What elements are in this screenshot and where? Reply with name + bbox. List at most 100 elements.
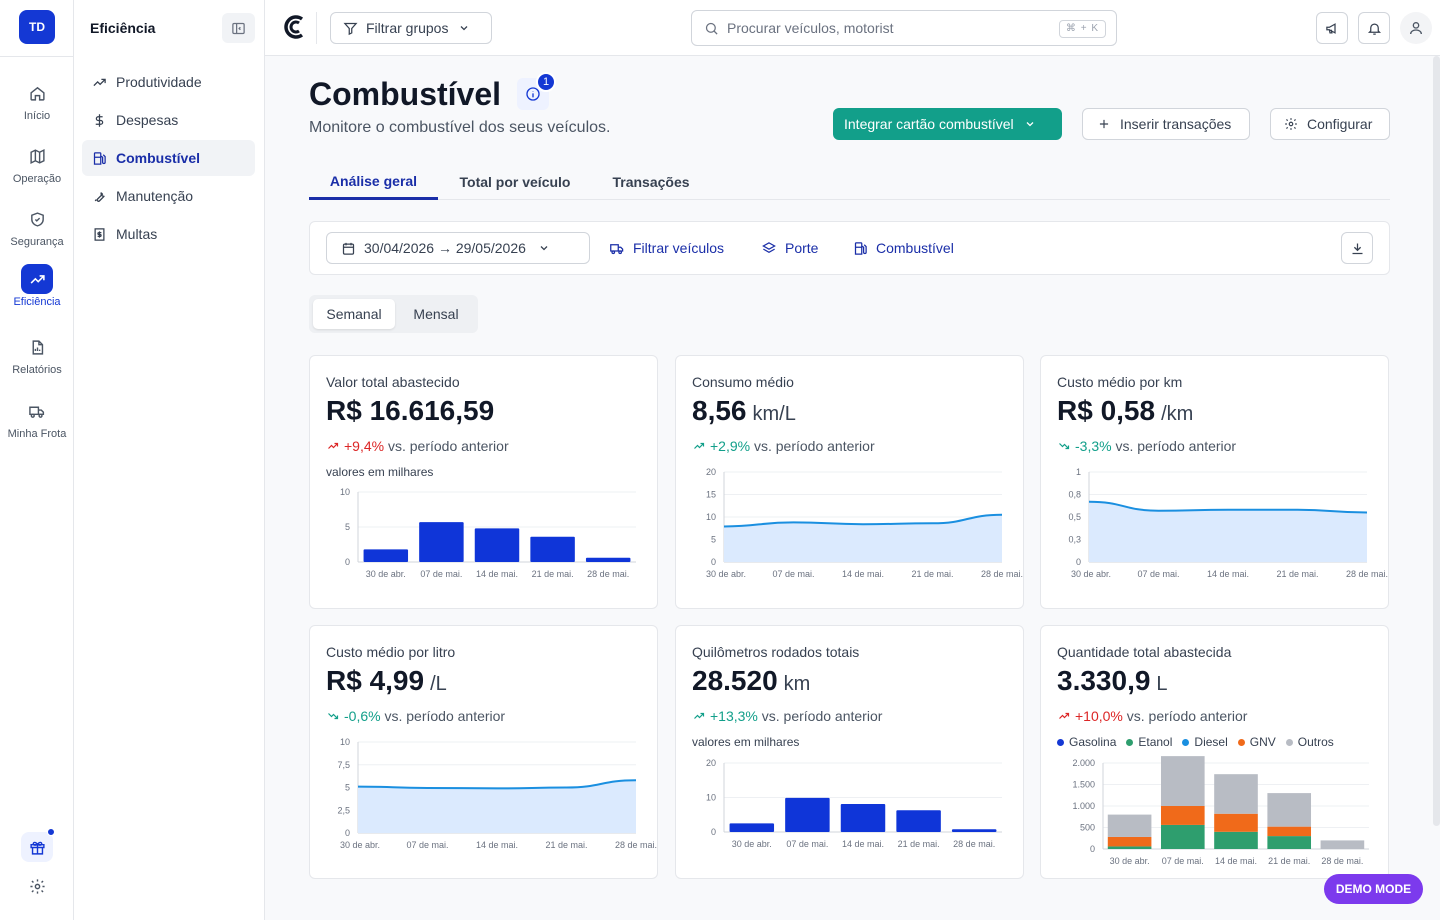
rail-item-eficiencia[interactable]: Eficiência xyxy=(0,264,74,322)
subnav-item-produtividade[interactable]: Produtividade xyxy=(82,64,255,100)
stacked-bar-segment[interactable] xyxy=(1214,813,1258,832)
period-monthly[interactable]: Mensal xyxy=(398,299,474,329)
gift-button[interactable] xyxy=(21,828,55,862)
filter-fuel-label: Combustível xyxy=(876,240,954,256)
stacked-bar-segment[interactable] xyxy=(1214,831,1258,849)
x-tick-label: 14 de mai. xyxy=(842,569,884,579)
tab-total-por-veiculo[interactable]: Total por veículo xyxy=(450,164,580,200)
configure-button[interactable]: Configurar xyxy=(1270,108,1390,140)
stacked-bar-segment[interactable] xyxy=(1107,836,1152,847)
rail-item-label: Minha Frota xyxy=(7,428,67,440)
filter-fuel-button[interactable]: Combustível xyxy=(853,232,954,264)
rail-item-relatorios[interactable]: Relatórios xyxy=(0,332,74,390)
filter-bar: 30/04/2026 → 29/05/2026 Filtrar veículos… xyxy=(309,221,1390,275)
download-button[interactable] xyxy=(1341,232,1373,264)
subnav-item-label: Despesas xyxy=(116,112,179,128)
info-count-badge: 1 xyxy=(536,72,556,92)
settings-button[interactable] xyxy=(21,871,53,901)
subnav-item-multas[interactable]: Multas xyxy=(82,216,255,252)
chevron-down-icon xyxy=(1026,122,1034,127)
insert-transactions-button[interactable]: Inserir transações xyxy=(1082,108,1250,140)
date-range-picker[interactable]: 30/04/2026 → 29/05/2026 xyxy=(326,232,590,264)
workspace-logo[interactable]: TD xyxy=(19,10,55,44)
x-tick-label: 14 de mai. xyxy=(476,840,518,850)
x-tick-label: 07 de mai. xyxy=(786,839,828,849)
stacked-bar-segment[interactable] xyxy=(1214,774,1258,814)
chart: 2.000 1.500 1.000 500 0 30 de abr. 07 de mai. 1… xyxy=(1072,756,1369,866)
bar[interactable] xyxy=(585,557,631,562)
y-tick-label: 5 xyxy=(345,522,350,532)
rail-divider xyxy=(0,56,74,57)
truck-icon xyxy=(610,243,624,254)
bar[interactable] xyxy=(363,549,409,562)
subnav-item-manutencao[interactable]: Manutenção xyxy=(82,178,255,214)
y-tick-label: 10 xyxy=(340,737,350,747)
x-tick-label: 28 de mai. xyxy=(615,840,657,850)
collapse-sidebar-button[interactable] xyxy=(222,13,255,43)
stacked-bar-segment[interactable] xyxy=(1160,824,1205,849)
y-tick-label: 0 xyxy=(1090,844,1095,854)
integrate-fuel-card-button[interactable]: Integrar cartão combustível xyxy=(833,108,1062,140)
filter-vehicles-button[interactable]: Filtrar veículos xyxy=(609,232,724,264)
bar[interactable] xyxy=(474,528,520,562)
stacked-bar-segment[interactable] xyxy=(1267,836,1312,849)
x-tick-label: 30 de abr. xyxy=(1110,856,1150,866)
search-shortcut: ⌘ + K xyxy=(1058,20,1106,38)
rail-item-label: Operação xyxy=(12,173,62,185)
search-input[interactable]: Procurar veículos, motorist ⌘ + K xyxy=(691,10,1117,46)
y-tick-label: 1.500 xyxy=(1072,780,1095,790)
user-avatar[interactable] xyxy=(1400,12,1432,44)
x-tick-label: 28 de mai. xyxy=(953,839,995,849)
x-tick-label: 30 de abr. xyxy=(366,569,406,579)
receipt-icon xyxy=(94,227,105,241)
period-weekly[interactable]: Semanal xyxy=(313,299,395,329)
bar[interactable] xyxy=(729,823,775,832)
calendar-icon xyxy=(342,242,355,255)
area-fill xyxy=(724,514,1002,562)
rail-item-label: Eficiência xyxy=(13,296,61,308)
fuel-pump-icon xyxy=(93,151,106,165)
top-bar: Filtrar grupos Procurar veículos, motori… xyxy=(265,0,1440,56)
rail-item-minha-frota[interactable]: Minha Frota xyxy=(0,396,74,454)
filter-icon xyxy=(343,22,358,35)
stacked-bar-segment[interactable] xyxy=(1267,826,1312,837)
tab-bar: Análise geral Total por veículo Transaçõ… xyxy=(309,164,1390,200)
stacked-bar-segment[interactable] xyxy=(1267,793,1312,827)
bar[interactable] xyxy=(951,829,997,832)
filter-groups-button[interactable]: Filtrar grupos xyxy=(330,12,492,44)
announcements-button[interactable] xyxy=(1316,12,1348,44)
bar[interactable] xyxy=(840,804,886,832)
trending-up-icon xyxy=(21,264,53,294)
subnav-item-label: Produtividade xyxy=(116,74,202,90)
filter-porte-button[interactable]: Porte xyxy=(761,232,818,264)
notifications-button[interactable] xyxy=(1358,12,1390,44)
stacked-bar-segment[interactable] xyxy=(1160,806,1205,825)
chart: 10 5 0 30 de abr. 07 de mai. 14 de mai. 21 de … xyxy=(340,487,636,579)
home-icon xyxy=(21,78,53,108)
chevron-down-icon xyxy=(540,246,548,251)
filter-vehicles-label: Filtrar veículos xyxy=(633,240,725,256)
rail-item-seguranca[interactable]: Segurança xyxy=(0,204,74,262)
bar[interactable] xyxy=(530,536,575,562)
tab-transacoes[interactable]: Transações xyxy=(599,164,703,200)
x-tick-label: 14 de mai. xyxy=(1207,569,1249,579)
stacked-bar-segment[interactable] xyxy=(1160,756,1205,806)
bar[interactable] xyxy=(896,810,941,832)
shield-icon xyxy=(21,204,53,234)
chart: 10 7,5 5 2,5 0 30 de abr. 07 de mai. 14 de mai.… xyxy=(337,737,657,850)
rail-item-inicio[interactable]: Início xyxy=(0,78,74,136)
bar[interactable] xyxy=(419,522,464,562)
tab-analise-geral[interactable]: Análise geral xyxy=(309,164,438,200)
subnav-item-despesas[interactable]: Despesas xyxy=(82,102,255,138)
stacked-bar-segment[interactable] xyxy=(1320,840,1365,849)
bar[interactable] xyxy=(785,797,830,832)
stacked-bar-segment[interactable] xyxy=(1107,814,1152,837)
y-tick-label: 7,5 xyxy=(337,760,350,770)
rail-item-operacao[interactable]: Operação xyxy=(0,141,74,199)
demo-mode-badge[interactable]: DEMO MODE xyxy=(1324,874,1423,904)
page-scrollbar[interactable] xyxy=(1433,56,1440,826)
y-tick-label: 0,5 xyxy=(1068,512,1081,522)
subnav-item-combustivel[interactable]: Combustível xyxy=(82,140,255,176)
brand-logo[interactable] xyxy=(282,14,306,45)
stacked-bar-segment[interactable] xyxy=(1107,846,1152,849)
